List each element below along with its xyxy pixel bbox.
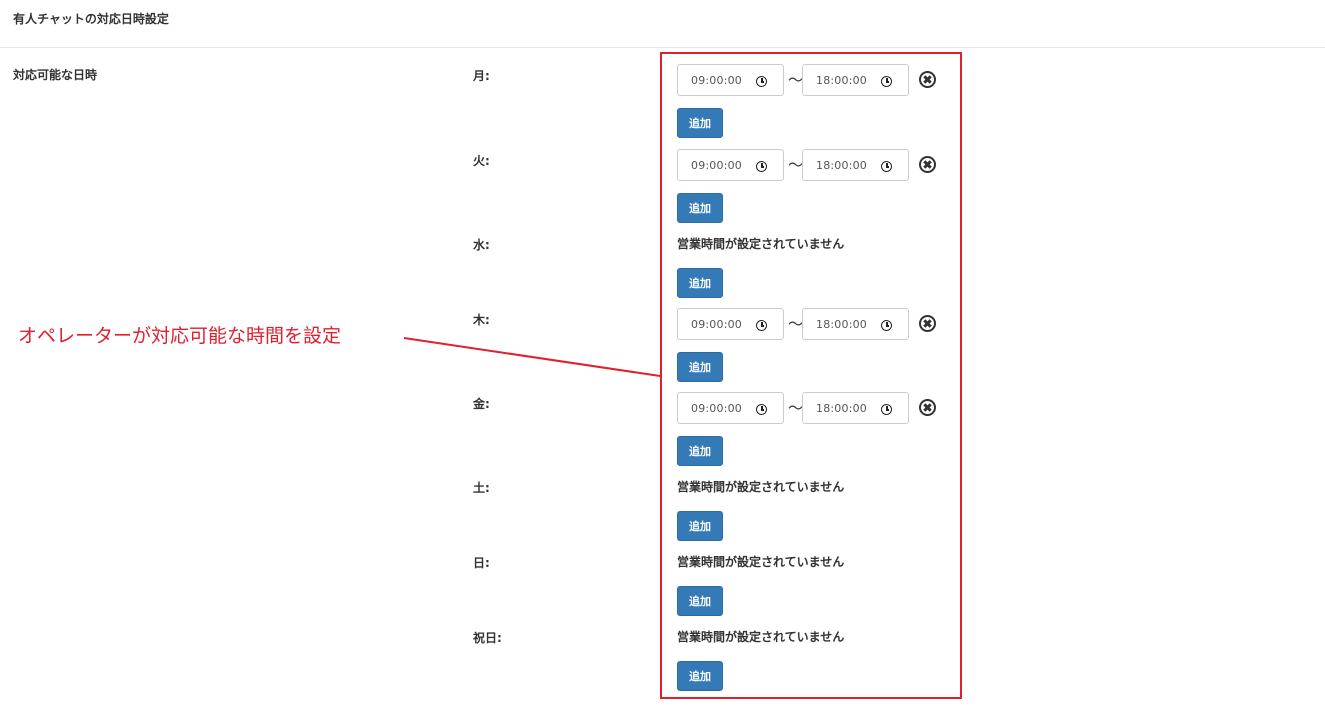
end-time-value: 18:00:00 (816, 159, 868, 172)
annotation-pointer-line (403, 337, 661, 377)
add-button-mon[interactable]: 追加 (677, 108, 723, 138)
range-separator: 〜 (788, 156, 804, 174)
day-label-holiday: 祝日: (473, 631, 502, 645)
add-button-fri[interactable]: 追加 (677, 436, 723, 466)
day-label-thu: 木: (473, 313, 490, 327)
end-time-value: 18:00:00 (816, 74, 868, 87)
clock-icon[interactable] (881, 404, 892, 415)
no-hours-text: 営業時間が設定されていません (677, 237, 845, 251)
time-row-mon: 09:00:00 〜 18:00:00 (677, 64, 947, 98)
day-label-fri: 金: (473, 397, 490, 411)
start-time-input[interactable]: 09:00:00 (677, 149, 784, 181)
field-label: 対応可能な日時 (13, 68, 98, 82)
start-time-value: 09:00:00 (691, 402, 743, 415)
start-time-input[interactable]: 09:00:00 (677, 64, 784, 96)
remove-icon[interactable] (919, 399, 936, 416)
end-time-input[interactable]: 18:00:00 (802, 392, 909, 424)
end-time-value: 18:00:00 (816, 402, 868, 415)
no-hours-text: 営業時間が設定されていません (677, 630, 845, 644)
start-time-input[interactable]: 09:00:00 (677, 392, 784, 424)
add-button-tue[interactable]: 追加 (677, 193, 723, 223)
add-button-sat[interactable]: 追加 (677, 511, 723, 541)
clock-icon[interactable] (756, 76, 767, 87)
no-hours-text: 営業時間が設定されていません (677, 555, 845, 569)
divider (0, 47, 1325, 48)
clock-icon[interactable] (756, 320, 767, 331)
clock-icon[interactable] (881, 76, 892, 87)
add-button-sun[interactable]: 追加 (677, 586, 723, 616)
day-label-sat: 土: (473, 481, 490, 495)
no-hours-text: 営業時間が設定されていません (677, 480, 845, 494)
clock-icon[interactable] (881, 161, 892, 172)
time-row-fri: 09:00:00 〜 18:00:00 (677, 392, 947, 426)
section-title: 有人チャットの対応日時設定 (13, 12, 169, 26)
range-separator: 〜 (788, 315, 804, 333)
day-label-mon: 月: (473, 69, 490, 83)
time-row-tue: 09:00:00 〜 18:00:00 (677, 149, 947, 183)
page: 有人チャットの対応日時設定 対応可能な日時 月: 09:00:00 〜 18:0… (0, 0, 1325, 708)
start-time-value: 09:00:00 (691, 159, 743, 172)
clock-icon[interactable] (881, 320, 892, 331)
range-separator: 〜 (788, 71, 804, 89)
day-label-sun: 日: (473, 556, 490, 570)
add-button-thu[interactable]: 追加 (677, 352, 723, 382)
end-time-value: 18:00:00 (816, 318, 868, 331)
remove-icon[interactable] (919, 71, 936, 88)
start-time-input[interactable]: 09:00:00 (677, 308, 784, 340)
annotation-text: オペレーターが対応可能な時間を設定 (18, 325, 342, 347)
end-time-input[interactable]: 18:00:00 (802, 308, 909, 340)
end-time-input[interactable]: 18:00:00 (802, 64, 909, 96)
day-label-wed: 水: (473, 238, 490, 252)
clock-icon[interactable] (756, 404, 767, 415)
add-button-holiday[interactable]: 追加 (677, 661, 723, 691)
remove-icon[interactable] (919, 315, 936, 332)
remove-icon[interactable] (919, 156, 936, 173)
end-time-input[interactable]: 18:00:00 (802, 149, 909, 181)
start-time-value: 09:00:00 (691, 318, 743, 331)
time-row-thu: 09:00:00 〜 18:00:00 (677, 308, 947, 342)
range-separator: 〜 (788, 399, 804, 417)
day-label-tue: 火: (473, 154, 490, 168)
start-time-value: 09:00:00 (691, 74, 743, 87)
clock-icon[interactable] (756, 161, 767, 172)
add-button-wed[interactable]: 追加 (677, 268, 723, 298)
